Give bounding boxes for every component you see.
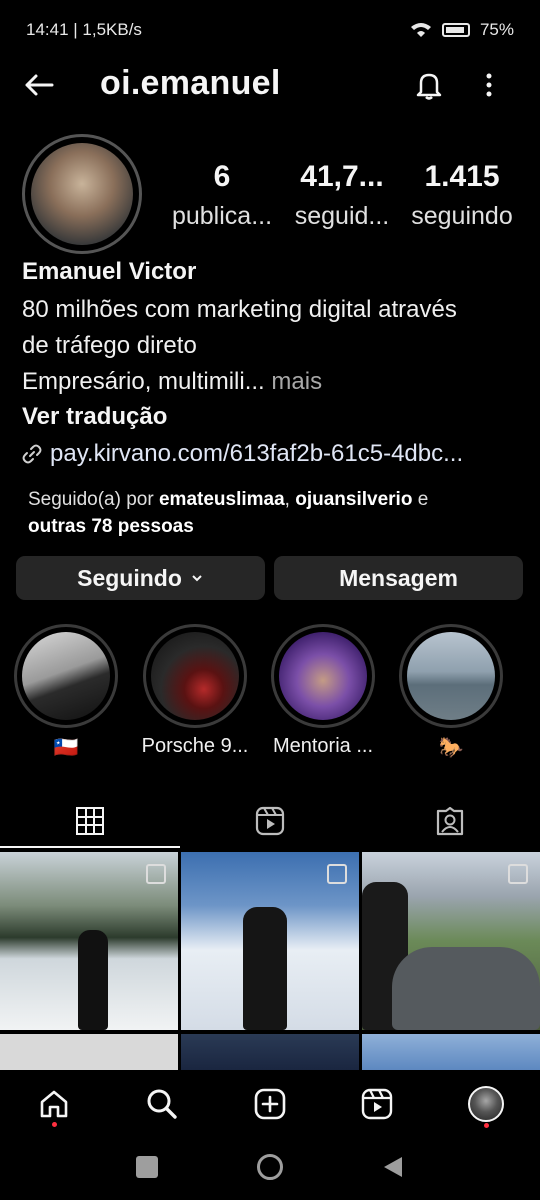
tab-reels[interactable]	[180, 796, 360, 846]
highlight-label-4: 🐎	[438, 737, 464, 759]
followers-count: 41,7...	[300, 160, 384, 193]
link-icon	[22, 444, 42, 464]
followed-by[interactable]: Seguido(a) por emateuslimaa, ojuansilver…	[28, 486, 518, 540]
tab-posts[interactable]	[0, 796, 180, 846]
multiple-posts-icon	[508, 864, 528, 884]
battery-icon	[441, 23, 470, 37]
bell-icon[interactable]	[412, 68, 446, 102]
following-count: 1.415	[424, 160, 500, 193]
multiple-posts-icon	[327, 864, 347, 884]
mutual-user-2: ojuansilverio	[295, 489, 413, 510]
avatar-image	[31, 143, 133, 245]
back-arrow-icon[interactable]	[22, 68, 56, 108]
multiple-posts-icon	[146, 864, 166, 884]
highlight-label-1: 🇨🇱	[53, 737, 79, 759]
translate-link[interactable]: Ver tradução	[22, 403, 167, 431]
create-icon[interactable]	[250, 1084, 290, 1124]
home-notification-dot	[52, 1122, 57, 1127]
recent-apps-icon[interactable]	[136, 1156, 158, 1178]
tab-tagged[interactable]	[360, 796, 540, 846]
followers-label: seguid...	[294, 202, 390, 230]
profile-name: Emanuel Victor	[22, 258, 197, 285]
post-thumbnail-4[interactable]	[0, 1034, 178, 1070]
bio-line-2: de tráfego direto	[22, 332, 197, 359]
bio-line-3: Empresário, multimili... mais	[22, 368, 323, 395]
wifi-icon	[410, 23, 431, 37]
grid-icon	[76, 807, 104, 835]
back-button-icon[interactable]	[382, 1155, 404, 1184]
following-button[interactable]: Seguindo	[16, 556, 265, 600]
profile-link[interactable]: pay.kirvano.com/613faf2b-61c5-4dbc...	[22, 440, 463, 468]
post-thumbnail-5[interactable]	[181, 1034, 359, 1070]
profile-avatar[interactable]	[22, 134, 142, 254]
home-button-icon[interactable]	[257, 1154, 283, 1180]
profile-username: oi.emanuel	[100, 64, 281, 102]
profile-bio: 80 milhões com marketing digital através…	[22, 292, 522, 400]
status-time: 14:41 | 1,5KB/s	[26, 20, 142, 39]
bio-more-link[interactable]: mais	[271, 368, 322, 395]
highlight-2[interactable]	[143, 624, 247, 728]
active-tab-indicator	[0, 846, 180, 848]
more-icon[interactable]	[484, 70, 494, 106]
post-thumbnail-2[interactable]	[181, 852, 359, 1030]
highlight-label-3: Mentoria ...	[272, 735, 374, 757]
highlight-4[interactable]	[399, 624, 503, 728]
stat-followers[interactable]: 41,7... seguid...	[290, 160, 394, 231]
home-icon[interactable]	[34, 1084, 74, 1124]
search-icon[interactable]	[142, 1084, 182, 1124]
bio-line-1: 80 milhões com marketing digital através	[22, 296, 457, 323]
reels-icon	[255, 806, 285, 836]
link-text: pay.kirvano.com/613faf2b-61c5-4dbc...	[50, 440, 464, 467]
reels-nav-icon[interactable]	[357, 1084, 397, 1124]
tagged-icon	[436, 806, 464, 836]
battery-percent: 75%	[479, 20, 514, 39]
profile-avatar-icon[interactable]	[466, 1084, 506, 1124]
message-button[interactable]: Mensagem	[274, 556, 523, 600]
status-icons: 75%	[410, 20, 514, 40]
chevron-down-icon	[192, 575, 202, 582]
mutual-others: outras 78 pessoas	[28, 516, 194, 537]
mutual-user-1: emateuslimaa	[158, 489, 285, 510]
stat-posts[interactable]: 6 publica...	[170, 160, 274, 231]
post-thumbnail-3[interactable]	[362, 852, 540, 1030]
highlight-3[interactable]	[271, 624, 375, 728]
posts-count: 6	[213, 160, 231, 193]
posts-label: publica...	[171, 202, 273, 230]
stat-following[interactable]: 1.415 seguindo	[404, 160, 520, 231]
highlight-1[interactable]	[14, 624, 118, 728]
post-thumbnail-1[interactable]	[0, 852, 178, 1030]
following-label: seguindo	[411, 202, 513, 230]
profile-notification-dot	[484, 1123, 489, 1128]
highlight-label-2: Porsche 9...	[141, 735, 249, 757]
post-thumbnail-6[interactable]	[362, 1034, 540, 1070]
